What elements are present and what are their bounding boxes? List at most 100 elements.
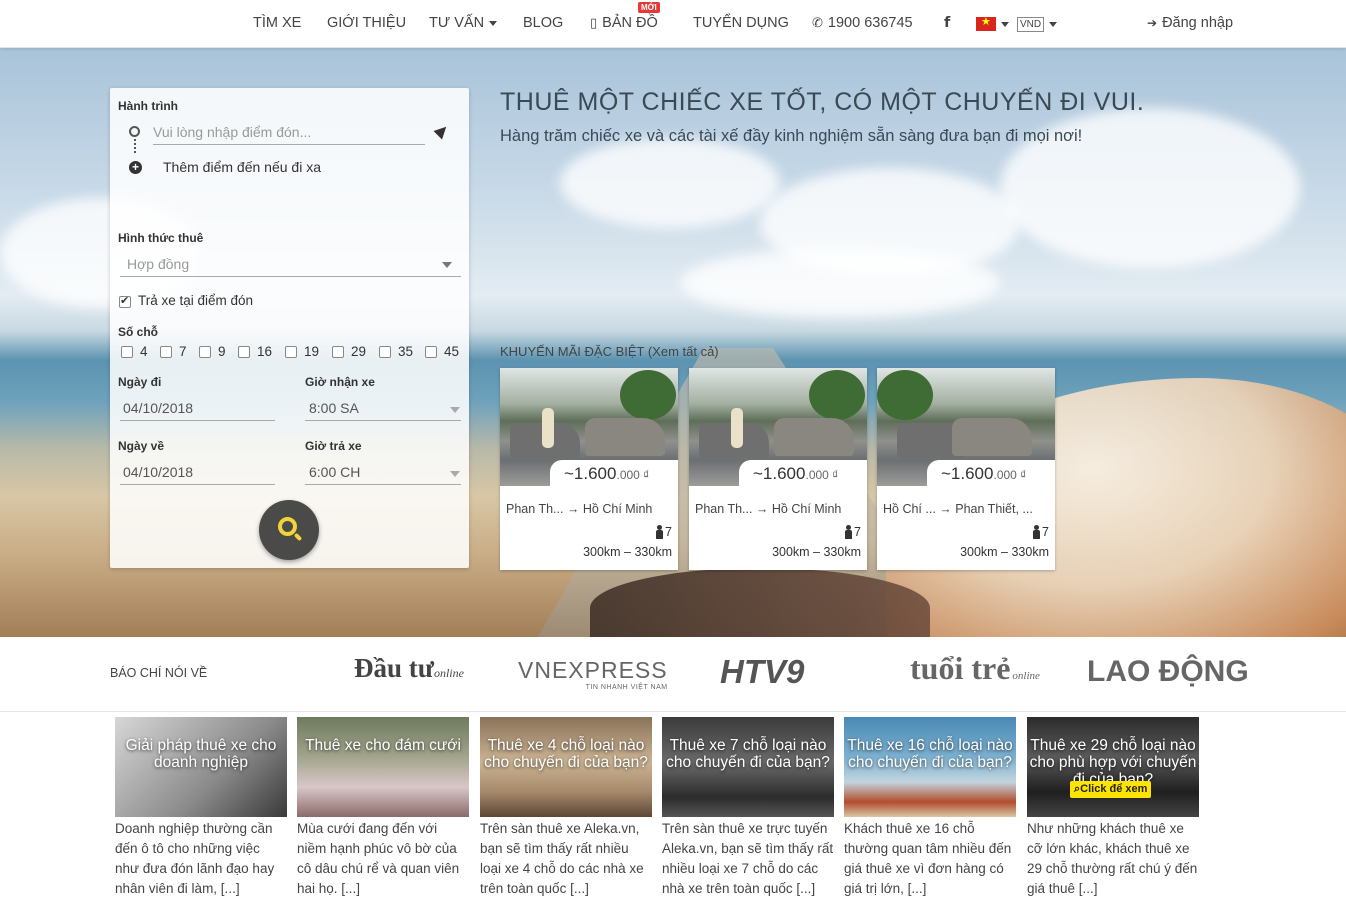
nav-tuyen-dung[interactable]: TUYỂN DỤNG <box>693 15 789 31</box>
article-image: Thuê xe 16 chỗ loại nào cho chuyến đi củ… <box>844 717 1016 817</box>
article-title: Giải pháp thuê xe cho doanh nghiệp <box>125 737 277 771</box>
article-excerpt: Doanh nghiệp thường cần đến ô tô cho nhữ… <box>115 821 275 896</box>
article-title: Thuê xe 4 chỗ loại nào cho chuyến đi của… <box>484 737 648 771</box>
logo-text: tuổi trẻ <box>910 650 1011 686</box>
article-title: Thuê xe 7 chỗ loại nào cho chuyến đi của… <box>666 737 830 771</box>
currency-selector[interactable]: VND <box>1017 17 1058 32</box>
sign-in-icon: ➔ <box>1147 16 1158 30</box>
return-date-label: Ngày về <box>118 439 165 453</box>
article-excerpt: Trên sàn thuê xe Aleka.vn, bạn sẽ tìm th… <box>480 821 644 896</box>
promo-card[interactable]: ~1.600.000 ₫ Phan Th... → Hồ Chí Minh 7 … <box>500 368 678 570</box>
distance-text: 300km – 330km <box>583 545 672 559</box>
article-image: Thuê xe 7 chỗ loại nào cho chuyến đi của… <box>662 717 834 817</box>
article-excerpt: Khách thuê xe 16 chỗ thường quan tâm nhi… <box>844 821 1012 896</box>
return-date-input[interactable]: 04/10/2018 <box>120 464 275 485</box>
nav-ban-do[interactable]: ▯ BẢN ĐỒ MỚI <box>590 2 660 31</box>
seat-option-label: 7 <box>179 344 187 359</box>
seat-checkbox-9[interactable] <box>199 346 211 358</box>
price-main: ~1.600 <box>753 464 806 483</box>
tuoitre-logo[interactable]: tuổi trẻ online <box>910 650 1040 687</box>
logo-sub: TIN NHANH VIỆT NAM <box>585 684 668 691</box>
article-title: Thuê xe cho đám cưới <box>305 737 461 754</box>
seat-checkbox-45[interactable] <box>425 346 437 358</box>
seat-value: 7 <box>854 525 861 539</box>
distance-text: 300km – 330km <box>960 545 1049 559</box>
dautu-logo[interactable]: Đầu tưonline <box>354 653 464 684</box>
price-minor: .000 ₫ <box>805 468 839 482</box>
seat-value: 7 <box>665 525 672 539</box>
language-selector[interactable] <box>976 15 1009 31</box>
depart-date-input[interactable]: 04/10/2018 <box>120 400 275 421</box>
route-text: Phan Th... → Hồ Chí Minh <box>695 502 842 516</box>
article-card[interactable]: Thuê xe 4 chỗ loại nào cho chuyến đi của… <box>480 717 652 899</box>
price-tag: ~1.600.000 ₫ <box>927 460 1055 490</box>
article-image: Thuê xe 4 chỗ loại nào cho chuyến đi của… <box>480 717 652 817</box>
logo-text: VNEXPRESS <box>518 657 668 683</box>
promo-section-title[interactable]: KHUYẾN MÃI ĐẶC BIỆT (Xem tất cả) <box>500 344 719 359</box>
nav-phone[interactable]: ✆ 1900 636745 <box>812 15 913 31</box>
laodong-logo[interactable]: LAO ĐỘNG <box>1087 655 1249 689</box>
click-badge-label: Click để xem <box>1080 783 1148 795</box>
person-icon <box>844 525 853 539</box>
search-button[interactable] <box>259 500 319 560</box>
nav-gioi-thieu[interactable]: GIỚI THIỆU <box>327 15 406 31</box>
new-badge: MỚI <box>638 2 660 13</box>
locate-arrow-icon[interactable] <box>433 122 451 140</box>
vnexpress-logo[interactable]: VNEXPRESS TIN NHANH VIỆT NAM <box>518 657 668 691</box>
seat-checkbox-29[interactable] <box>332 346 344 358</box>
article-image: Thuê xe 29 chỗ loại nào cho phù hợp với … <box>1027 717 1199 817</box>
article-card[interactable]: Giải pháp thuê xe cho doanh nghiệp Doanh… <box>115 717 287 899</box>
return-time-select[interactable]: 6:00 CH <box>305 464 461 485</box>
seat-checkbox-4[interactable] <box>121 346 133 358</box>
seat-count: 7 <box>844 525 861 539</box>
price-minor: .000 ₫ <box>616 468 650 482</box>
return-at-pickup-checkbox[interactable] <box>119 294 131 308</box>
search-panel: Hành trình Vui lòng nhập điểm đón... + T… <box>110 88 469 568</box>
seat-option-label: 16 <box>257 344 273 359</box>
seat-option-label: 29 <box>351 344 367 359</box>
seat-checkbox-35[interactable] <box>379 346 391 358</box>
htv9-logo[interactable]: HTV9 <box>720 653 804 691</box>
nav-tu-van[interactable]: TƯ VẤN <box>429 15 498 31</box>
nav-blog[interactable]: BLOG <box>523 15 563 31</box>
route-text: Phan Th... → Hồ Chí Minh <box>506 502 653 516</box>
price-main: ~1.600 <box>564 464 617 483</box>
price-main: ~1.600 <box>941 464 994 483</box>
seat-count: 7 <box>655 525 672 539</box>
caret-down-icon <box>450 471 460 477</box>
cloud <box>680 248 1000 318</box>
caret-down-icon <box>450 407 460 413</box>
seat-checkbox-19[interactable] <box>285 346 297 358</box>
article-excerpt: Trên sàn thuê xe trực tuyến Aleka.vn, bạ… <box>662 821 834 896</box>
seat-checkbox-7[interactable] <box>160 346 172 358</box>
add-destination-link[interactable]: Thêm điểm đến nếu đi xa <box>163 159 321 175</box>
promo-card[interactable]: ~1.600.000 ₫ Hồ Chí ... → Phan Thiết, ..… <box>877 368 1055 570</box>
article-card[interactable]: Thuê xe 29 chỗ loại nào cho phù hợp với … <box>1027 717 1199 899</box>
seat-checkbox-16[interactable] <box>238 346 250 358</box>
logo-text: HTV9 <box>720 653 805 690</box>
article-card[interactable]: Thuê xe 7 chỗ loại nào cho chuyến đi của… <box>662 717 834 899</box>
price-tag: ~1.600.000 ₫ <box>550 460 678 490</box>
pickup-time-select[interactable]: 8:00 SA <box>305 400 461 421</box>
rent-type-select[interactable]: Hợp đồng <box>120 256 461 277</box>
click-to-view-badge[interactable]: ⌕Click để xem <box>1070 781 1152 798</box>
promo-card[interactable]: ~1.600.000 ₫ Phan Th... → Hồ Chí Minh 7 … <box>689 368 867 570</box>
seat-option-label: 45 <box>444 344 460 359</box>
article-card[interactable]: Thuê xe cho đám cưới Mùa cưới đang đến v… <box>297 717 469 899</box>
seats-label: Số chỗ <box>118 325 159 339</box>
nav-tim-xe[interactable]: TÌM XE <box>253 15 301 31</box>
plus-circle-icon[interactable]: + <box>129 161 142 174</box>
facebook-icon[interactable]: f <box>944 15 950 31</box>
top-navbar: TÌM XE GIỚI THIỆU TƯ VẤN BLOG ▯ BẢN ĐỒ M… <box>0 0 1346 48</box>
article-card[interactable]: Thuê xe 16 chỗ loại nào cho chuyến đi củ… <box>844 717 1016 899</box>
pickup-input[interactable]: Vui lòng nhập điểm đón... <box>153 124 425 145</box>
logo-text: Đầu tư <box>354 653 434 683</box>
search-icon <box>278 517 297 536</box>
seat-option-label: 4 <box>140 344 148 359</box>
rent-type-value: Hợp đồng <box>127 256 190 272</box>
pickup-time-value: 8:00 SA <box>309 400 359 416</box>
currency-value: VND <box>1017 17 1045 32</box>
login-link[interactable]: ➔ Đăng nhập <box>1147 15 1233 31</box>
return-time-value: 6:00 CH <box>309 464 361 480</box>
price-minor: .000 ₫ <box>993 468 1027 482</box>
